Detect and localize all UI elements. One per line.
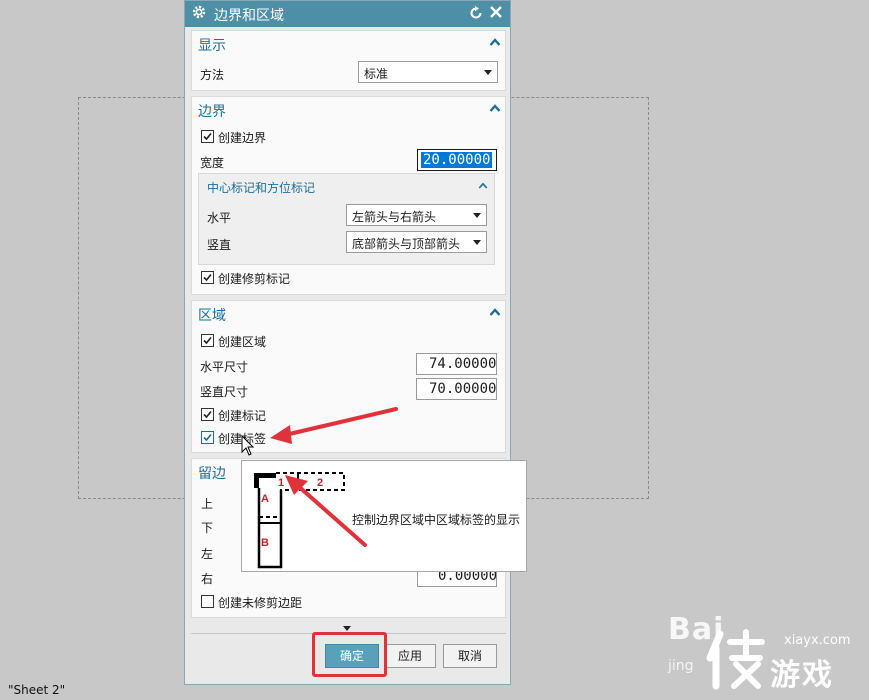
collapse-icon[interactable] [489,307,501,317]
figure-label-1: 1 [278,477,284,489]
zone-label-figure: A B 1 2 [254,472,345,569]
create-labels-checkbox[interactable] [201,431,214,444]
width-value: 20.00000 [421,152,493,168]
create-zones-checkbox[interactable] [201,334,214,347]
border-section-title[interactable]: 边界 [198,101,226,121]
reset-icon[interactable] [468,5,484,21]
dialog-title: 边界和区域 [214,8,284,24]
more-options-icon[interactable] [343,626,351,631]
margins-section-title[interactable]: 留边 [198,463,226,483]
checkmark-icon [203,273,212,282]
display-section: 显示 方法 标准 [191,30,506,91]
horizontal-marker-value: 左箭头与右箭头 [352,210,437,224]
margin-top-label: 上 [201,497,214,511]
dialog-titlebar[interactable]: 边界和区域 [185,1,510,27]
tooltip-text: 控制边界区域中区域标签的显示 [352,513,521,527]
chevron-down-icon [473,240,481,245]
method-select-value: 标准 [364,67,389,81]
checkmark-icon [203,336,212,345]
chevron-down-icon [473,213,481,218]
figure-label-b: B [261,537,269,549]
vertical-size-input[interactable]: 70.00000 [416,378,497,400]
horizontal-size-label: 水平尺寸 [200,360,249,374]
figure-label-2: 2 [317,477,323,489]
create-marks-label: 创建标记 [218,409,267,423]
method-select[interactable]: 标准 [358,61,498,83]
markers-subsection: 中心标记和方位标记 水平 左箭头与右箭头 竖直 底部箭头与顶部箭头 [198,173,495,265]
tooltip: A B 1 2 控制边界区域中区域标签的显示 [241,460,527,572]
checkmark-icon [203,132,212,141]
cancel-button[interactable]: 取消 [443,644,497,668]
display-section-title[interactable]: 显示 [198,35,226,55]
collapse-icon[interactable] [489,103,501,113]
create-border-label: 创建边界 [218,131,267,145]
untrimmed-margin-label: 创建未修剪边距 [218,596,303,610]
brand-watermark: 游戏 [770,658,834,693]
checkmark-icon [203,433,212,442]
horizontal-size-value: 74.00000 [429,356,497,372]
width-input[interactable]: 20.00000 [417,149,497,171]
horizontal-marker-label: 水平 [207,211,232,225]
vertical-marker-select[interactable]: 底部箭头与顶部箭头 [346,231,487,253]
zones-section: 区域 创建区域 水平尺寸 74.00000 竖直尺寸 70.00000 创建标记… [191,300,506,453]
jingyan-watermark: jing [668,658,694,674]
horizontal-size-input[interactable]: 74.00000 [416,353,497,375]
margin-bottom-label: 下 [201,521,214,535]
close-icon[interactable] [488,4,504,20]
collapse-icon[interactable] [478,181,488,190]
method-label: 方法 [200,68,225,82]
apply-button[interactable]: 应用 [384,644,436,668]
margin-left-label: 左 [201,547,214,561]
xiayx-logo-icon [706,629,765,690]
vertical-size-label: 竖直尺寸 [200,385,249,399]
vertical-marker-label: 竖直 [207,238,232,252]
zones-section-title[interactable]: 区域 [198,305,226,325]
margin-right-label: 右 [201,572,214,586]
create-marks-checkbox[interactable] [201,408,214,421]
create-zones-label: 创建区域 [218,335,267,349]
collapse-icon[interactable] [489,37,501,47]
create-border-checkbox[interactable] [201,130,214,143]
markers-subsection-title[interactable]: 中心标记和方位标记 [207,179,315,196]
create-trim-checkbox[interactable] [201,271,214,284]
create-labels-label: 创建标签 [218,432,267,446]
borders-zones-dialog: 边界和区域 显示 方法 标准 边界 创建边界 宽度 20.00000 中心标记和… [184,0,511,685]
vertical-marker-value: 底部箭头与顶部箭头 [352,237,461,251]
width-label: 宽度 [200,156,225,170]
horizontal-marker-select[interactable]: 左箭头与右箭头 [346,204,487,226]
figure-label-a: A [261,493,269,505]
border-section: 边界 创建边界 宽度 20.00000 中心标记和方位标记 水平 左箭头与右箭头… [191,96,506,295]
checkmark-icon [203,410,212,419]
chevron-down-icon [484,70,492,75]
vertical-size-value: 70.00000 [429,381,497,397]
ok-button-highlight [312,632,387,677]
gear-icon[interactable] [191,4,207,20]
site-watermark: xiayx.com [784,633,851,648]
untrimmed-margin-checkbox[interactable] [201,595,214,608]
create-trim-label: 创建修剪标记 [218,272,291,286]
sheet-label: "Sheet 2" [8,683,66,697]
